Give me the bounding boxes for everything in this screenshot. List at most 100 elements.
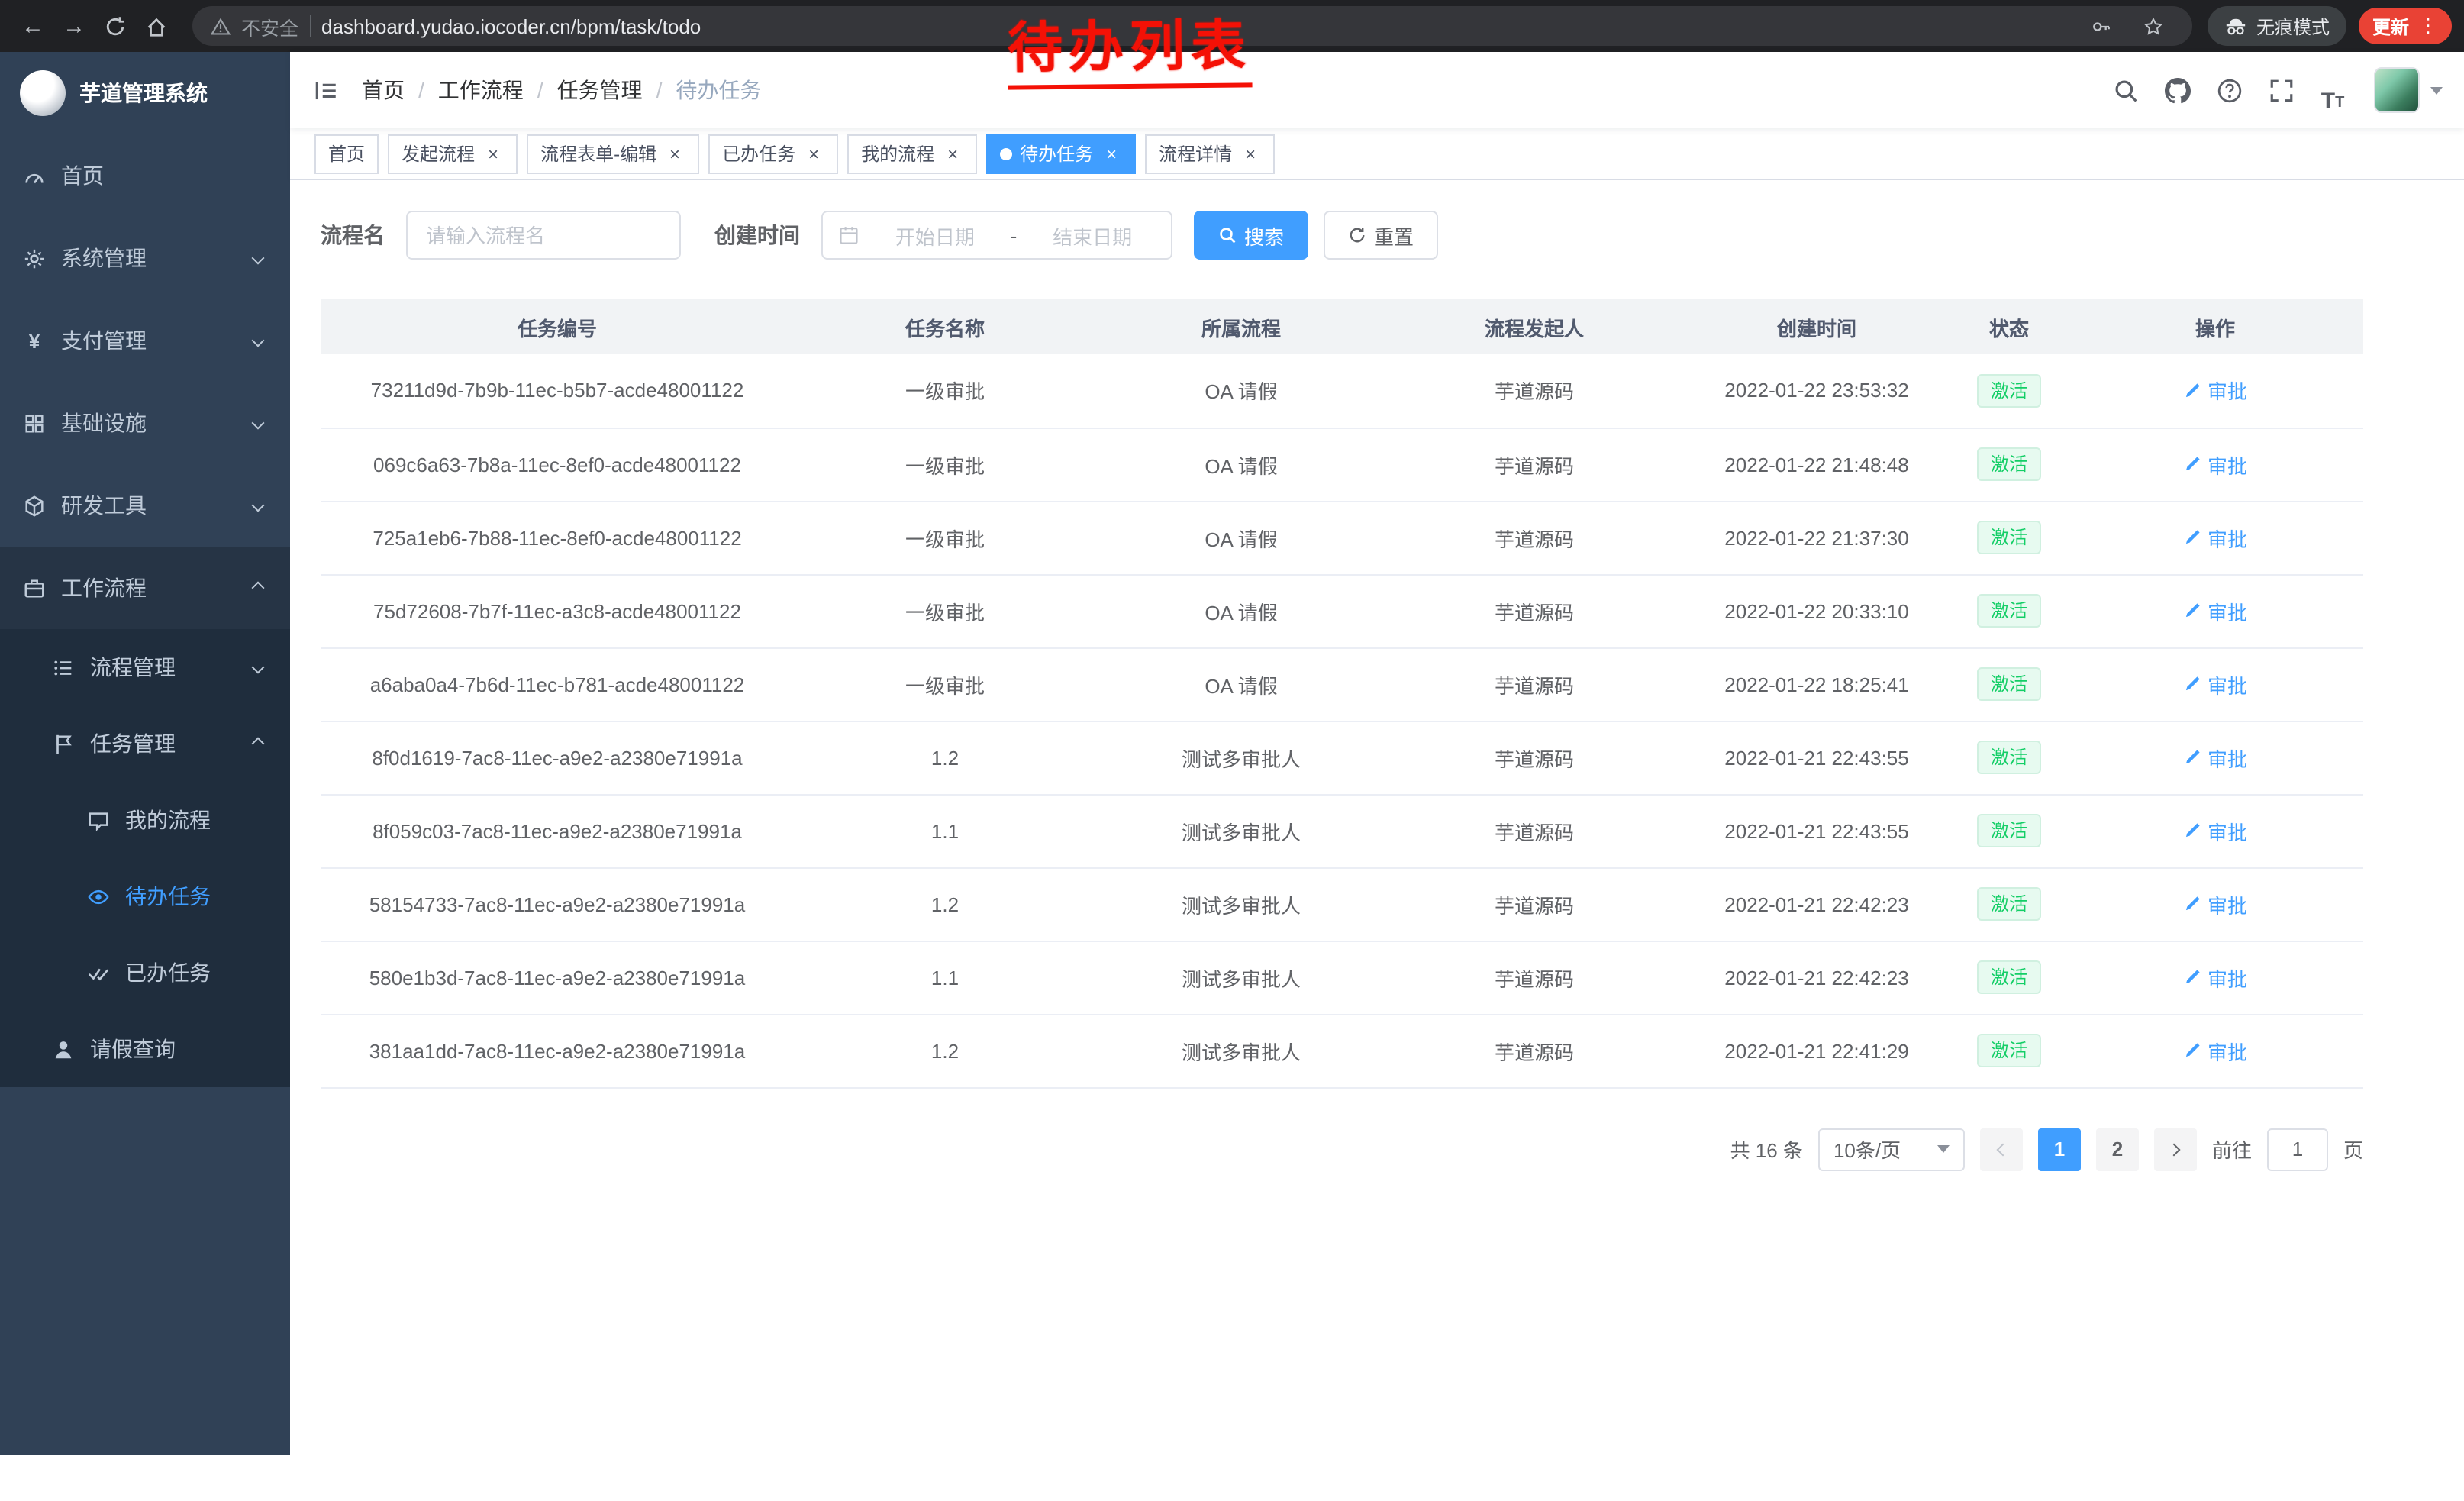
close-icon[interactable]: × (803, 143, 824, 164)
approve-link[interactable]: 审批 (2183, 1036, 2247, 1065)
app-logo[interactable]: 芋道管理系统 (0, 52, 290, 134)
close-icon[interactable]: × (664, 143, 685, 164)
next-page-button[interactable] (2154, 1128, 2197, 1170)
tab-home[interactable]: 首页 (314, 134, 379, 173)
browser-back-button[interactable]: ← (12, 5, 53, 47)
date-range-picker[interactable]: 开始日期 - 结束日期 (821, 211, 1172, 260)
approve-link[interactable]: 审批 (2183, 743, 2247, 772)
approve-link[interactable]: 审批 (2183, 376, 2247, 405)
sidebar-item-workflow[interactable]: 工作流程 (0, 547, 290, 629)
browser-menu-icon[interactable]: ⋮ (2418, 14, 2438, 38)
sidebar: 芋道管理系统 首页 系统管理 ¥ 支付管理 (0, 52, 290, 1455)
tab-done-tasks[interactable]: 已办任务 × (708, 134, 838, 173)
browser-reload-button[interactable] (95, 5, 136, 47)
header-search-button[interactable] (2102, 67, 2148, 113)
tab-label: 流程详情 (1159, 140, 1232, 166)
cell-starter: 芋道源码 (1386, 501, 1682, 574)
approve-link[interactable]: 审批 (2183, 963, 2247, 992)
tab-label: 首页 (328, 140, 365, 166)
incognito-icon (2224, 15, 2247, 37)
cell-task-id: 069c6a63-7b8a-11ec-8ef0-acde48001122 (321, 428, 794, 501)
tab-label: 已办任务 (722, 140, 795, 166)
reset-button-label: 重置 (1374, 221, 1414, 250)
sidebar-item-devtools[interactable]: 研发工具 (0, 464, 290, 547)
table-row: 8f0d1619-7ac8-11ec-a9e2-a2380e71991a 1.2… (321, 721, 2363, 794)
tab-label: 待办任务 (1020, 140, 1093, 166)
breadcrumb-home[interactable]: 首页 (362, 75, 405, 105)
github-button[interactable] (2154, 67, 2200, 113)
prev-page-button[interactable] (1980, 1128, 2023, 1170)
double-check-icon (87, 961, 110, 984)
approve-link[interactable]: 审批 (2183, 816, 2247, 845)
page-button-1[interactable]: 1 (2038, 1128, 2081, 1170)
sidebar-item-system[interactable]: 系统管理 (0, 217, 290, 299)
browser-home-button[interactable] (136, 5, 177, 47)
edit-pencil-icon (2183, 602, 2201, 620)
sidebar-item-leave-query[interactable]: 请假查询 (0, 1011, 290, 1087)
approve-link[interactable]: 审批 (2183, 523, 2247, 552)
sidebar-item-my-process[interactable]: 我的流程 (0, 782, 290, 858)
cell-process: OA 请假 (1096, 428, 1386, 501)
approve-link[interactable]: 审批 (2183, 450, 2247, 479)
edit-pencil-icon (2183, 382, 2201, 400)
user-menu[interactable] (2374, 67, 2443, 113)
cell-created: 2022-01-22 18:25:41 (1682, 647, 1951, 721)
goto-page-input[interactable] (2267, 1128, 2328, 1170)
cell-task-id: 73211d9d-7b9b-11ec-b5b7-acde48001122 (321, 354, 794, 428)
breadcrumb-workflow[interactable]: 工作流程 (405, 75, 524, 105)
approve-link-label: 审批 (2208, 523, 2247, 552)
start-date-placeholder[interactable]: 开始日期 (872, 221, 998, 250)
avatar[interactable] (2374, 67, 2420, 113)
cell-starter: 芋道源码 (1386, 941, 1682, 1014)
briefcase-icon (23, 576, 46, 599)
sidebar-item-done-tasks[interactable]: 已办任务 (0, 934, 290, 1011)
cell-task-name: 1.1 (794, 941, 1096, 1014)
cell-starter: 芋道源码 (1386, 867, 1682, 941)
sidebar-item-process-mgmt[interactable]: 流程管理 (0, 629, 290, 705)
approve-link-label: 审批 (2208, 450, 2247, 479)
column-header-process: 所属流程 (1096, 299, 1386, 354)
sidebar-item-label: 支付管理 (61, 325, 147, 356)
close-icon[interactable]: × (1240, 143, 1261, 164)
tab-todo-tasks[interactable]: 待办任务 × (986, 134, 1136, 173)
sidebar-item-todo-tasks[interactable]: 待办任务 (0, 858, 290, 934)
search-button[interactable]: 搜索 (1194, 211, 1308, 260)
sidebar-fold-button[interactable] (290, 52, 362, 128)
tab-process-form-edit[interactable]: 流程表单-编辑 × (527, 134, 699, 173)
cell-created: 2022-01-21 22:42:23 (1682, 941, 1951, 1014)
approve-link[interactable]: 审批 (2183, 596, 2247, 625)
sidebar-item-infra[interactable]: 基础设施 (0, 382, 290, 464)
tab-my-process[interactable]: 我的流程 × (847, 134, 977, 173)
password-key-button[interactable] (2081, 5, 2122, 47)
sidebar-item-home[interactable]: 首页 (0, 134, 290, 217)
cell-process: OA 请假 (1096, 354, 1386, 428)
fullscreen-button[interactable] (2258, 67, 2304, 113)
close-icon[interactable]: × (942, 143, 963, 164)
browser-update-button[interactable]: 更新 ⋮ (2359, 8, 2452, 44)
breadcrumb-task-mgmt[interactable]: 任务管理 (524, 75, 643, 105)
browser-forward-button[interactable]: → (53, 5, 95, 47)
bookmark-star-button[interactable] (2133, 5, 2174, 47)
page-button-2[interactable]: 2 (2096, 1128, 2139, 1170)
chevron-left-icon (1996, 1143, 2009, 1156)
approve-link-label: 审批 (2208, 1036, 2247, 1065)
edit-pencil-icon (2183, 822, 2201, 840)
reset-button[interactable]: 重置 (1324, 211, 1438, 260)
cell-status: 激活 (1951, 867, 2067, 941)
end-date-placeholder[interactable]: 结束日期 (1029, 221, 1156, 250)
process-name-input[interactable] (406, 211, 681, 260)
font-size-button[interactable]: TT (2310, 67, 2356, 113)
tab-process-detail[interactable]: 流程详情 × (1145, 134, 1275, 173)
sidebar-item-task-mgmt[interactable]: 任务管理 (0, 705, 290, 782)
page-size-select[interactable]: 10条/页 (1818, 1128, 1965, 1170)
cell-status: 激活 (1951, 647, 2067, 721)
close-icon[interactable]: × (1101, 143, 1122, 164)
close-icon[interactable]: × (482, 143, 504, 164)
tab-start-process[interactable]: 发起流程 × (388, 134, 518, 173)
help-button[interactable] (2206, 67, 2252, 113)
sidebar-item-label: 工作流程 (61, 573, 147, 603)
font-size-icon: T (2321, 90, 2335, 113)
approve-link[interactable]: 审批 (2183, 670, 2247, 699)
sidebar-item-payment[interactable]: ¥ 支付管理 (0, 299, 290, 382)
approve-link[interactable]: 审批 (2183, 889, 2247, 918)
